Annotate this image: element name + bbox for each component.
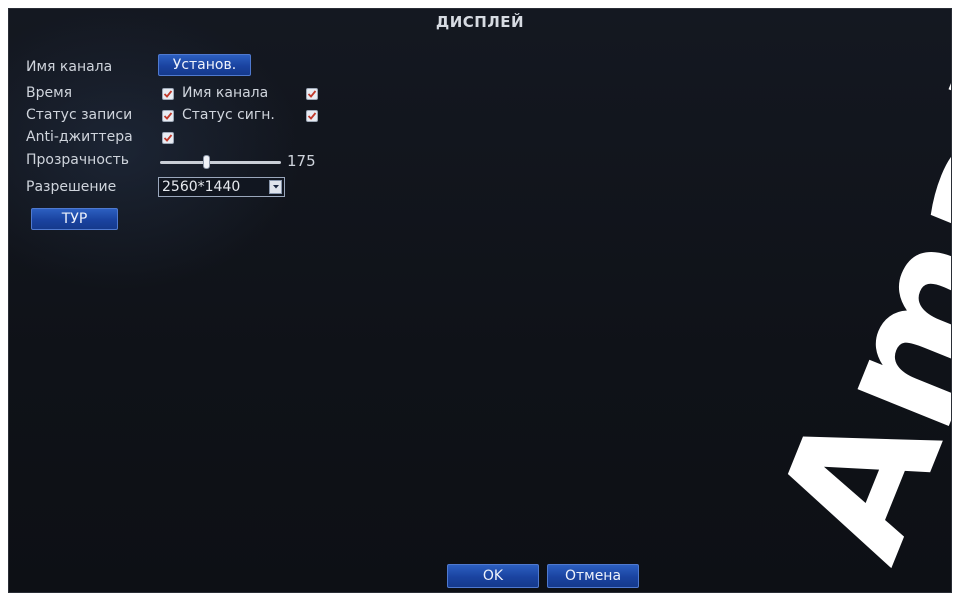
tour-button[interactable]: ТУР bbox=[31, 208, 118, 230]
checkmark-icon bbox=[163, 90, 173, 98]
dropdown-arrow-icon[interactable] bbox=[269, 180, 282, 194]
signal-status-label: Статус сигн. bbox=[182, 107, 275, 123]
checkmark-icon bbox=[307, 90, 317, 98]
window-title: ДИСПЛЕЙ bbox=[435, 13, 525, 31]
resolution-label: Разрешение bbox=[26, 179, 117, 195]
transparency-label: Прозрачность bbox=[26, 152, 129, 168]
resolution-value: 2560*1440 bbox=[162, 179, 241, 195]
set-channel-name-button[interactable]: Установ. bbox=[158, 54, 251, 76]
time-label: Время bbox=[26, 85, 73, 101]
resolution-select[interactable]: 2560*1440 bbox=[158, 177, 285, 197]
anti-jitter-label: Anti-джиттера bbox=[26, 129, 133, 145]
display-settings-window: ДИСПЛЕЙ Имя канала Установ. Время Имя ка… bbox=[8, 8, 952, 593]
transparency-slider-thumb[interactable] bbox=[202, 155, 210, 169]
anti-jitter-checkbox[interactable] bbox=[162, 132, 174, 144]
checkmark-icon bbox=[307, 112, 317, 120]
time-checkbox[interactable] bbox=[162, 88, 174, 100]
channel-name-overlay-checkbox[interactable] bbox=[306, 88, 318, 100]
channel-name-label: Имя канала bbox=[26, 59, 113, 75]
record-status-checkbox[interactable] bbox=[162, 110, 174, 122]
cancel-button[interactable]: Отмена bbox=[547, 564, 639, 588]
checkmark-icon bbox=[163, 134, 173, 142]
watermark-logo: Amate bbox=[737, 49, 952, 585]
channel-name-overlay-label: Имя канала bbox=[182, 85, 269, 101]
transparency-value: 175 bbox=[287, 152, 316, 170]
svg-text:Amate: Amate bbox=[737, 49, 952, 585]
record-status-label: Статус записи bbox=[26, 107, 133, 123]
transparency-slider[interactable] bbox=[160, 161, 281, 164]
signal-status-checkbox[interactable] bbox=[306, 110, 318, 122]
checkmark-icon bbox=[163, 112, 173, 120]
ok-button[interactable]: OK bbox=[447, 564, 539, 588]
